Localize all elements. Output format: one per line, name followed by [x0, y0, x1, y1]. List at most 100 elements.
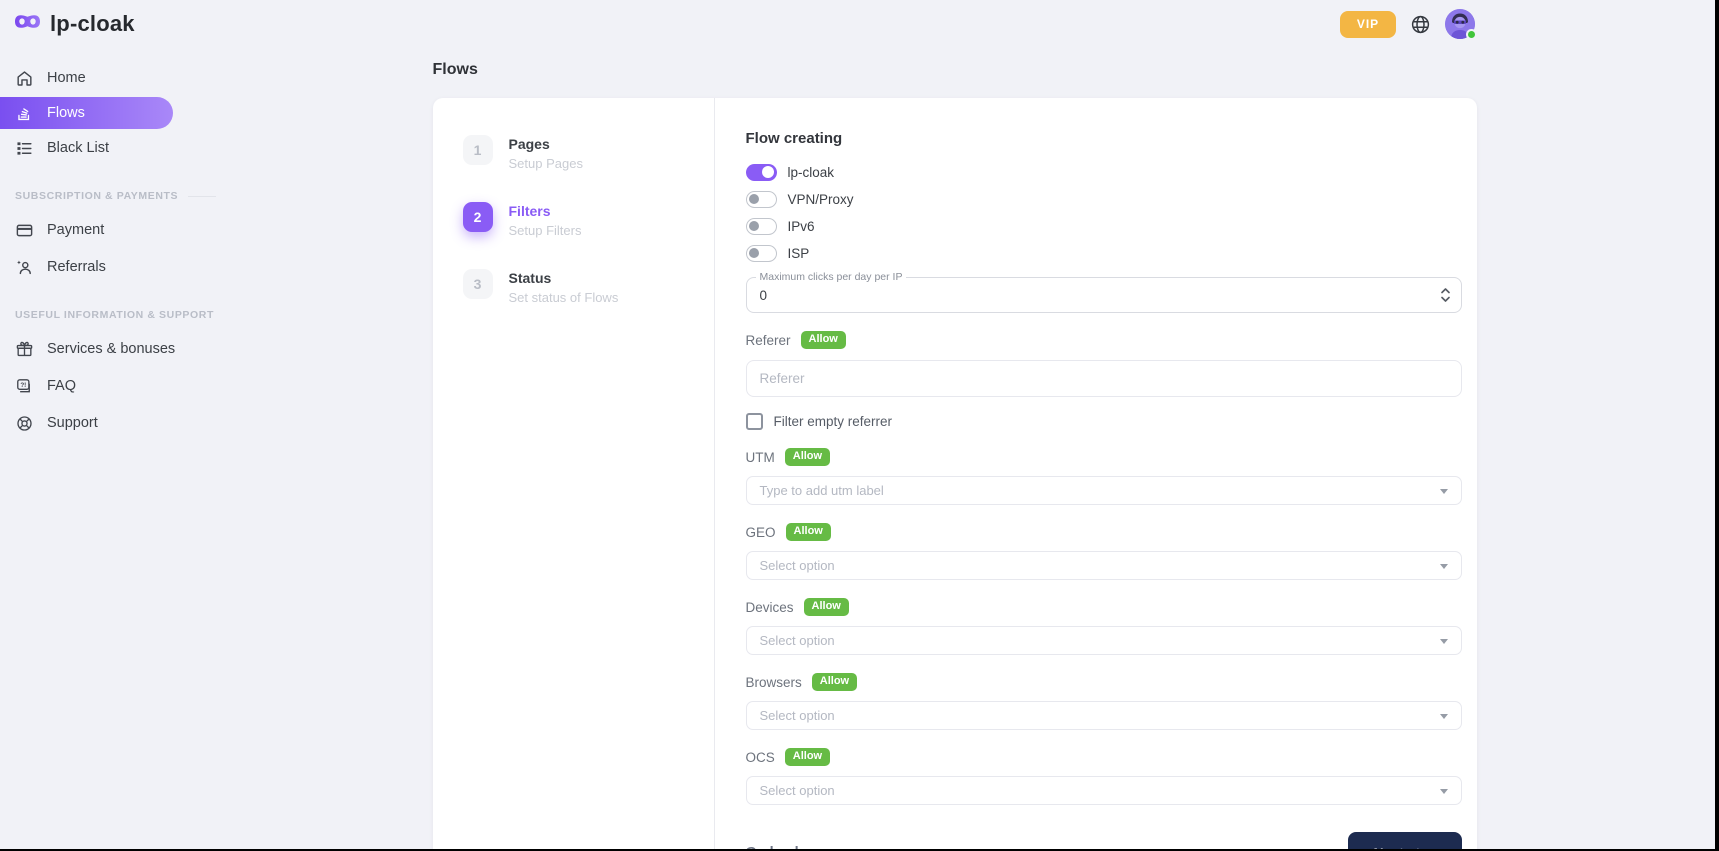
section-divider	[188, 196, 216, 197]
sidebar-item-payment[interactable]: Payment	[0, 214, 190, 246]
user-avatar[interactable]	[1445, 9, 1475, 39]
chevron-down-icon	[1440, 639, 1448, 644]
sidebar-item-services-bonuses[interactable]: Services & bonuses	[0, 333, 190, 365]
sidebar-section-title: SUBSCRIPTION & PAYMENTS	[0, 190, 190, 202]
sidebar: Home Flows Black List	[0, 48, 190, 444]
select-placeholder: Select option	[760, 708, 835, 723]
devices-select[interactable]: Select option	[746, 626, 1462, 655]
max-clicks-label: Maximum clicks per day per IP	[756, 271, 907, 283]
chevron-down-icon	[1440, 789, 1448, 794]
toggle-label: ISP	[788, 246, 810, 261]
checkbox-label: Filter empty referrer	[774, 414, 893, 429]
utm-allow-badge[interactable]: Allow	[785, 448, 830, 466]
utm-select[interactable]: Type to add utm label	[746, 476, 1462, 505]
stepper: 1 Pages Setup Pages 2 Filters Setup Filt…	[433, 98, 715, 851]
vpn-proxy-toggle[interactable]	[746, 191, 777, 208]
select-placeholder: Select option	[760, 633, 835, 648]
language-globe-icon[interactable]	[1410, 14, 1431, 35]
filter-empty-referrer-row[interactable]: Filter empty referrer	[746, 413, 1462, 430]
chevron-down-icon	[1440, 564, 1448, 569]
form-title: Flow creating	[746, 130, 1462, 147]
mask-logo-icon	[14, 12, 41, 36]
geo-select[interactable]: Select option	[746, 551, 1462, 580]
toggle-row-ipv6: IPv6	[746, 216, 1462, 236]
max-clicks-input[interactable]	[747, 278, 1461, 312]
sidebar-item-label: Home	[47, 70, 86, 86]
ipv6-toggle[interactable]	[746, 218, 777, 235]
sidebar-section-title: USEFUL INFORMATION & SUPPORT	[0, 309, 190, 321]
chevron-down-icon	[1440, 714, 1448, 719]
main-area: Flows 1 Pages Setup Pages 2 Filters Setu…	[190, 48, 1719, 851]
vip-button[interactable]: VIP	[1340, 11, 1396, 38]
ocs-label: OCS	[746, 750, 775, 765]
isp-toggle[interactable]	[746, 245, 777, 262]
step-number: 2	[463, 202, 493, 232]
max-clicks-field: Maximum clicks per day per IP	[746, 277, 1462, 313]
browsers-allow-badge[interactable]: Allow	[812, 673, 857, 691]
flow-creating-form: Flow creating lp-cloak VPN/Proxy IPv6 IS…	[715, 98, 1477, 851]
filter-empty-referrer-checkbox[interactable]	[746, 413, 763, 430]
screen-edge-right	[1715, 0, 1719, 851]
sidebar-item-referrals[interactable]: Referrals	[0, 251, 190, 283]
number-stepper-icon[interactable]	[1441, 288, 1450, 302]
browsers-label: Browsers	[746, 675, 802, 690]
sidebar-item-flows[interactable]: Flows	[0, 97, 173, 129]
ocs-group-label: OCS Allow	[746, 747, 1462, 767]
select-placeholder: Type to add utm label	[760, 483, 884, 498]
credit-card-icon	[15, 221, 34, 240]
devices-allow-badge[interactable]: Allow	[804, 598, 849, 616]
select-placeholder: Select option	[760, 783, 835, 798]
step-subtitle: Setup Filters	[509, 223, 582, 238]
referrals-icon	[15, 258, 34, 277]
svg-text:?!: ?!	[20, 382, 26, 389]
sidebar-item-support[interactable]: Support	[0, 407, 190, 439]
toggle-label: lp-cloak	[788, 165, 835, 180]
devices-group-label: Devices Allow	[746, 597, 1462, 617]
step-pages[interactable]: 1 Pages Setup Pages	[463, 135, 694, 171]
ocs-select[interactable]: Select option	[746, 776, 1462, 805]
sidebar-item-label: Referrals	[47, 259, 106, 275]
sidebar-item-faq[interactable]: ?! FAQ	[0, 370, 190, 402]
step-subtitle: Set status of Flows	[509, 290, 619, 305]
flows-icon	[15, 104, 34, 123]
page-title: Flows	[433, 61, 1477, 79]
topbar: lp-cloak VIP	[0, 0, 1719, 48]
step-filters[interactable]: 2 Filters Setup Filters	[463, 202, 694, 238]
toggle-row-vpn-proxy: VPN/Proxy	[746, 189, 1462, 209]
brand-name: lp-cloak	[50, 11, 135, 37]
geo-label: GEO	[746, 525, 776, 540]
sidebar-item-label: Support	[47, 415, 98, 431]
sidebar-item-black-list[interactable]: Black List	[0, 132, 190, 164]
geo-allow-badge[interactable]: Allow	[786, 523, 831, 541]
toggle-row-isp: ISP	[746, 243, 1462, 263]
faq-bubble-icon: ?!	[15, 377, 34, 396]
referer-input[interactable]	[746, 360, 1462, 397]
chevron-down-icon	[1440, 489, 1448, 494]
ocs-allow-badge[interactable]: Allow	[785, 748, 830, 766]
select-placeholder: Select option	[760, 558, 835, 573]
sidebar-item-label: Payment	[47, 222, 104, 238]
referer-label: Referer	[746, 333, 791, 348]
step-title: Status	[509, 270, 619, 286]
lifebuoy-icon	[15, 414, 34, 433]
geo-group-label: GEO Allow	[746, 522, 1462, 542]
sidebar-item-label: Services & bonuses	[47, 341, 175, 357]
step-title: Filters	[509, 203, 582, 219]
browsers-group-label: Browsers Allow	[746, 672, 1462, 692]
home-icon	[15, 69, 34, 88]
topbar-right: VIP	[1340, 9, 1475, 39]
utm-label: UTM	[746, 450, 775, 465]
brand-logo[interactable]: lp-cloak	[14, 11, 135, 37]
sidebar-item-label: Black List	[47, 140, 109, 156]
toggle-label: VPN/Proxy	[788, 192, 854, 207]
referer-allow-badge[interactable]: Allow	[801, 331, 846, 349]
sidebar-item-home[interactable]: Home	[0, 62, 190, 94]
step-title: Pages	[509, 136, 583, 152]
step-number: 3	[463, 269, 493, 299]
sidebar-item-label: FAQ	[47, 378, 76, 394]
browsers-select[interactable]: Select option	[746, 701, 1462, 730]
lp-cloak-toggle[interactable]	[746, 164, 777, 181]
step-status[interactable]: 3 Status Set status of Flows	[463, 269, 694, 305]
toggle-row-lp-cloak: lp-cloak	[746, 162, 1462, 182]
online-status-dot	[1466, 29, 1477, 40]
